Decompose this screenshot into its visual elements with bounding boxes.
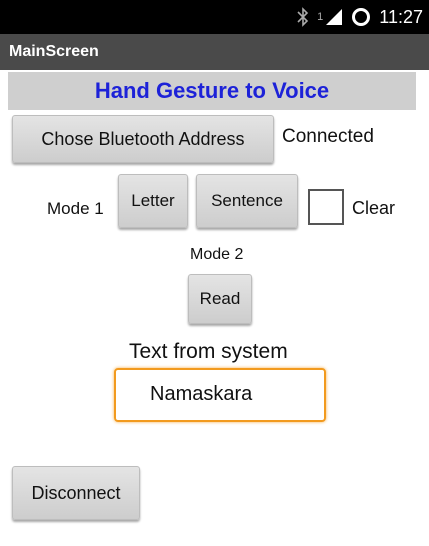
disconnect-button[interactable]: Disconnect: [12, 466, 140, 520]
clear-label: Clear: [352, 198, 396, 218]
battery-ring-icon: [352, 8, 371, 26]
app-header: Hand Gesture to Voice: [8, 72, 416, 110]
output-text-value: Namaskara: [150, 383, 253, 405]
screen-title: MainScreen: [9, 43, 99, 60]
mode1-label: Mode 1: [47, 199, 104, 218]
status-icons: 1 11:27: [297, 6, 423, 28]
status-time: 11:27: [379, 7, 423, 27]
status-bar: 1 11:27: [0, 0, 429, 34]
title-bar: MainScreen: [0, 34, 429, 70]
mode2-label: Mode 2: [190, 246, 244, 263]
read-button[interactable]: Read: [188, 274, 252, 324]
clear-checkbox[interactable]: [308, 189, 344, 225]
signal-icon: [326, 9, 343, 25]
letter-button[interactable]: Letter: [118, 174, 188, 228]
output-text-field[interactable]: Namaskara: [114, 368, 326, 422]
chose-bluetooth-address-button[interactable]: Chose Bluetooth Address: [12, 115, 274, 163]
signal-slot-label: 1: [317, 11, 324, 23]
sentence-button[interactable]: Sentence: [196, 174, 298, 228]
bluetooth-icon: [297, 7, 309, 27]
output-label: Text from system: [129, 340, 288, 363]
connection-status: Connected: [282, 126, 374, 147]
